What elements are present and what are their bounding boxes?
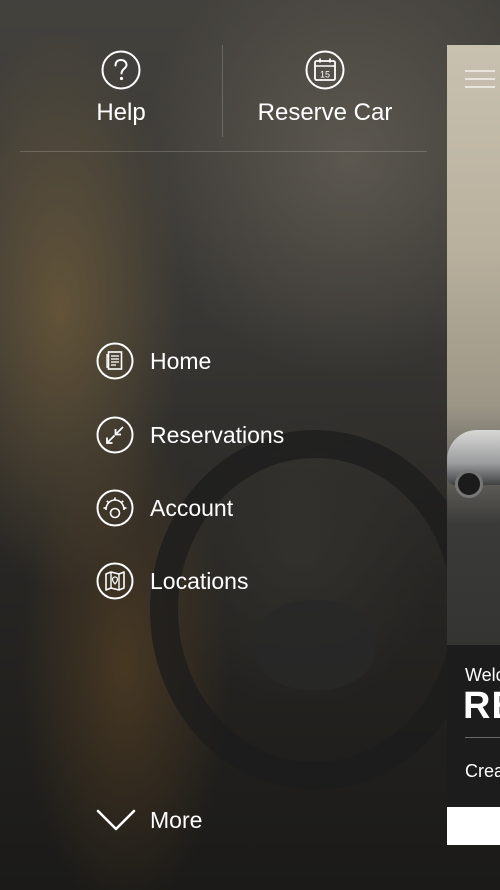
more-label: More	[150, 806, 203, 833]
nav-label-locations: Locations	[150, 567, 249, 594]
reserve-car-button[interactable]: 15 Reserve Car	[225, 50, 425, 128]
nav-item-account[interactable]: Account	[96, 488, 233, 528]
app-screen: Help 15 Reserve Car Home Reservations Ac…	[0, 0, 500, 890]
nav-label-account: Account	[150, 494, 234, 521]
top-divider-vertical	[222, 45, 223, 137]
help-icon	[101, 50, 141, 90]
nav-item-locations[interactable]: Locations	[96, 561, 248, 601]
reserve-car-label: Reserve Car	[257, 99, 393, 126]
nav-label-reservations: Reservations	[150, 421, 285, 448]
nav-label-home: Home	[150, 347, 212, 374]
help-label: Help	[96, 99, 146, 126]
brand-heading: RE	[463, 685, 500, 727]
nav-item-home[interactable]: Home	[96, 341, 211, 381]
map-icon	[96, 562, 134, 600]
background-wheel-hub	[255, 600, 375, 690]
account-gear-icon	[96, 489, 134, 527]
reservations-icon	[96, 416, 134, 454]
welcome-divider	[465, 737, 500, 738]
calendar-icon: 15	[305, 50, 345, 90]
calendar-day: 15	[320, 70, 330, 80]
nav-item-reservations[interactable]: Reservations	[96, 415, 284, 455]
home-icon	[96, 342, 134, 380]
hamburger-menu-icon[interactable]	[465, 70, 495, 90]
main-screen-peek[interactable]: Welc RE Crea	[447, 45, 500, 845]
help-button[interactable]: Help	[21, 50, 221, 128]
create-account-text: Crea	[465, 761, 500, 781]
chevron-down-icon	[96, 800, 136, 840]
welcome-text: Welc	[465, 665, 500, 685]
primary-action-button[interactable]	[447, 807, 500, 845]
top-divider-horizontal	[20, 151, 427, 152]
more-button[interactable]: More	[96, 800, 202, 840]
car-wheel-image	[455, 470, 483, 498]
